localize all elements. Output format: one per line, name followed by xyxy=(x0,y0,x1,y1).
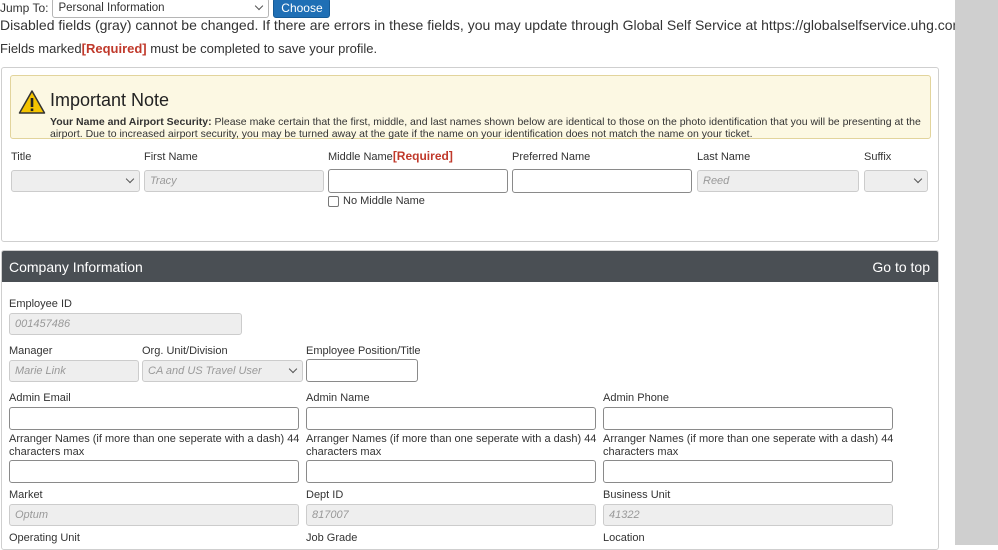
arranger-field-2[interactable] xyxy=(306,460,596,483)
business-unit-label: Business Unit xyxy=(603,489,671,501)
manager-field[interactable]: Marie Link xyxy=(9,360,139,382)
jump-to-label: Jump To: xyxy=(0,1,49,15)
company-info-title: Company Information xyxy=(9,258,143,275)
admin-phone-field[interactable] xyxy=(603,407,893,430)
middle-name-label: Middle Name[Required] xyxy=(328,149,453,163)
middle-name-field[interactable] xyxy=(328,169,508,193)
arranger-label-2: Arranger Names (if more than one seperat… xyxy=(306,433,597,458)
title-label: Title xyxy=(11,151,32,163)
middle-required-tag: [Required] xyxy=(392,149,453,163)
suffix-select[interactable] xyxy=(864,170,928,192)
admin-name-label: Admin Name xyxy=(306,392,370,404)
last-name-field[interactable]: Reed xyxy=(697,170,859,192)
company-info-panel: Company Information Go to top Employee I… xyxy=(1,250,939,550)
position-field[interactable] xyxy=(306,359,418,382)
business-unit-field[interactable]: 41322 xyxy=(603,504,893,526)
market-field[interactable]: Optum xyxy=(9,504,299,526)
org-unit-label: Org. Unit/Division xyxy=(142,345,228,357)
chevron-down-icon xyxy=(288,364,298,374)
title-select[interactable] xyxy=(11,170,140,192)
jump-to-selected: Personal Information xyxy=(58,2,165,14)
suffix-label: Suffix xyxy=(864,151,892,163)
jump-to-select[interactable]: Personal Information xyxy=(52,0,270,18)
location-label: Location xyxy=(603,532,645,544)
no-middle-name-row: No Middle Name xyxy=(328,195,425,207)
job-grade-label: Job Grade xyxy=(306,532,358,544)
warning-icon xyxy=(18,90,46,114)
admin-name-field[interactable] xyxy=(306,407,596,430)
disabled-fields-note: Disabled fields (gray) cannot be changed… xyxy=(0,17,965,33)
market-label: Market xyxy=(9,489,43,501)
admin-email-field[interactable] xyxy=(9,407,299,430)
first-name-field[interactable]: Tracy xyxy=(144,170,324,192)
important-note-title: Important Note xyxy=(50,90,170,110)
preferred-name-field[interactable] xyxy=(512,169,692,193)
employee-id-label: Employee ID xyxy=(9,298,72,310)
important-note-bold: Your Name and Airport Security: xyxy=(50,116,212,128)
fields-marked-text: Fields marked xyxy=(0,41,82,56)
important-note-text: Your Name and Airport Security: Please m… xyxy=(50,116,925,140)
chevron-down-icon xyxy=(255,1,264,11)
first-name-label: First Name xyxy=(144,151,198,163)
required-fields-note: Fields marked[Required] must be complete… xyxy=(0,41,377,56)
dept-id-label: Dept ID xyxy=(306,489,344,501)
org-unit-value: CA and US Travel User xyxy=(148,365,262,377)
operating-unit-label: Operating Unit xyxy=(9,532,80,544)
middle-name-label-text: Middle Name xyxy=(328,151,393,163)
choose-button[interactable]: Choose xyxy=(273,0,331,18)
dept-id-field[interactable]: 817007 xyxy=(306,504,596,526)
company-info-header: Company Information Go to top xyxy=(2,251,938,282)
important-note-box: Important Note Your Name and Airport Sec… xyxy=(10,75,931,140)
chevron-down-icon xyxy=(125,174,135,184)
personal-info-panel: Important Note Your Name and Airport Sec… xyxy=(1,67,939,242)
org-unit-select[interactable]: CA and US Travel User xyxy=(142,360,303,382)
no-middle-name-checkbox[interactable] xyxy=(328,195,339,207)
must-complete-text: must be completed to save your profile. xyxy=(146,41,378,56)
chevron-down-icon xyxy=(913,174,923,184)
preferred-name-label: Preferred Name xyxy=(512,151,591,163)
admin-email-label: Admin Email xyxy=(9,392,71,404)
scrollbar-gutter[interactable] xyxy=(955,0,998,545)
manager-label: Manager xyxy=(9,345,53,357)
required-tag: [Required] xyxy=(81,41,147,56)
profile-page: Jump To: Personal Information Choose Dis… xyxy=(0,0,964,550)
arranger-field-3[interactable] xyxy=(603,460,893,483)
go-to-top-link[interactable]: Go to top xyxy=(872,259,930,275)
last-name-label: Last Name xyxy=(697,151,751,163)
admin-phone-label: Admin Phone xyxy=(603,392,670,404)
arranger-label-3: Arranger Names (if more than one seperat… xyxy=(603,433,894,458)
no-middle-name-label: No Middle Name xyxy=(343,195,425,207)
arranger-field-1[interactable] xyxy=(9,460,299,483)
employee-id-field[interactable]: 001457486 xyxy=(9,313,242,335)
arranger-label-1: Arranger Names (if more than one seperat… xyxy=(9,433,300,458)
position-label: Employee Position/Title xyxy=(306,345,421,357)
